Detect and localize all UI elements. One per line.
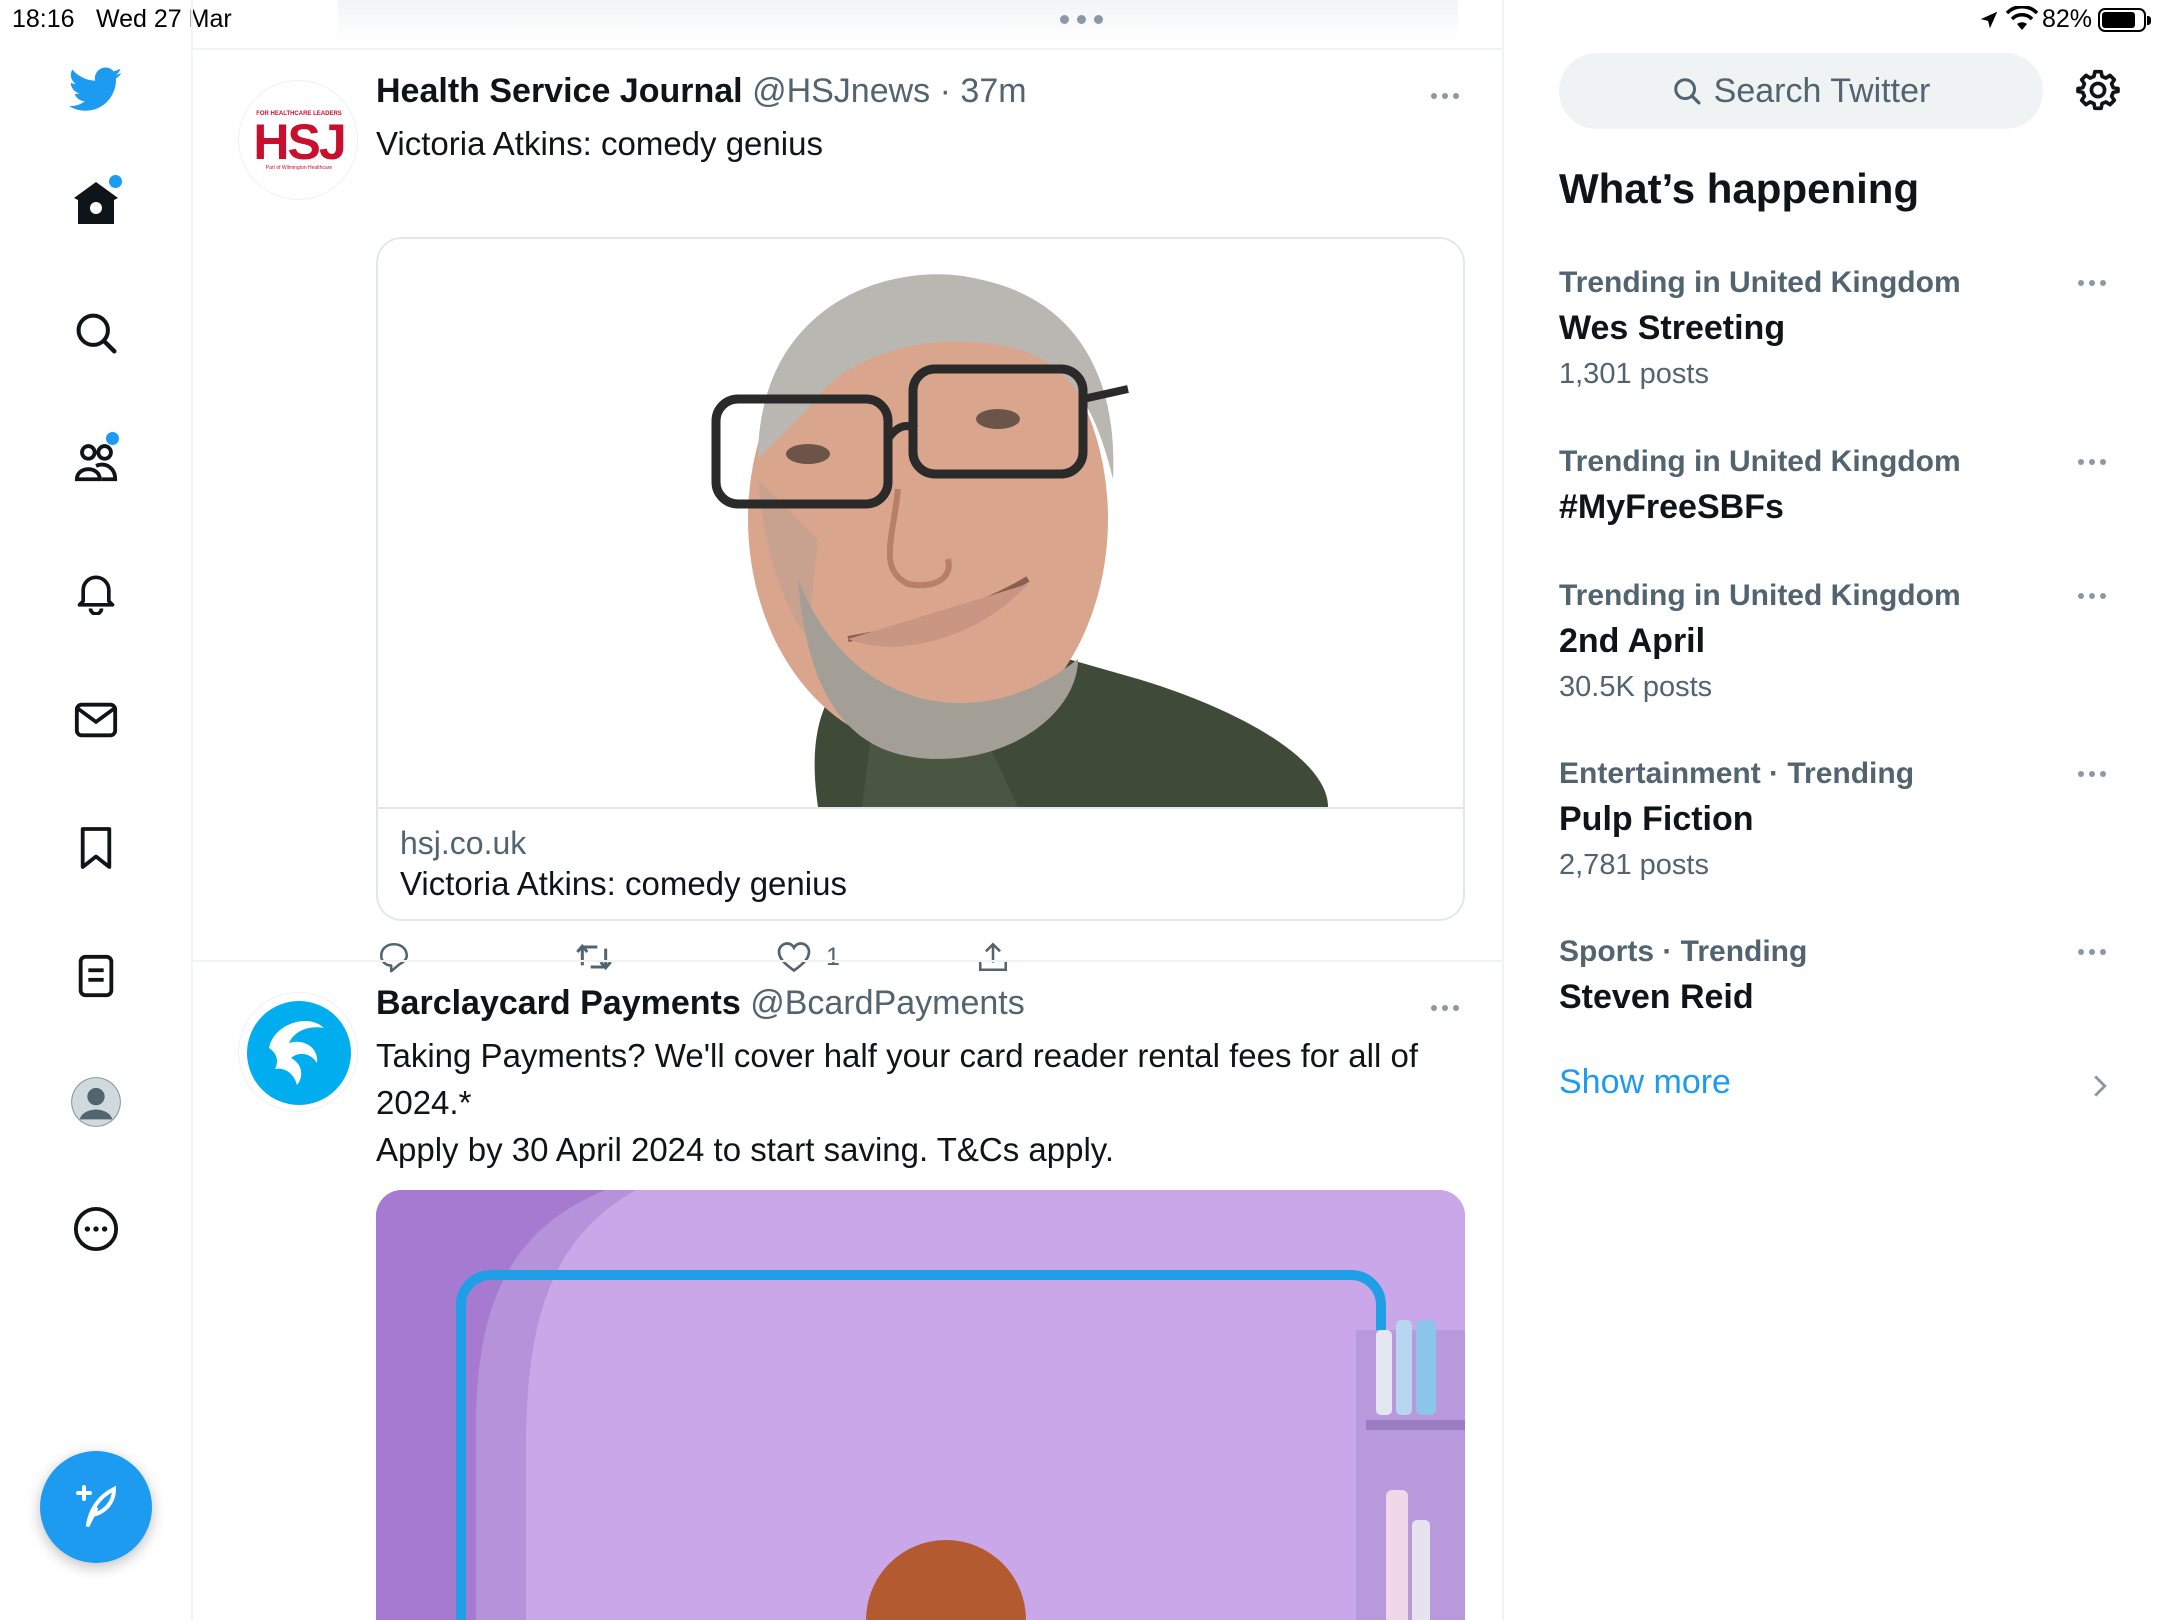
tweet-time[interactable]: · 37m	[940, 72, 1027, 110]
timeline: FOR HEALTHCARE LEADERS HSJ Part of Wilmi…	[193, 0, 1504, 1620]
trend-more-icon[interactable]	[2078, 949, 2106, 955]
left-navigation	[0, 0, 193, 1620]
whats-happening-title: What’s happening	[1559, 165, 1920, 212]
search-icon	[1673, 78, 1701, 105]
avatar-subline: Part of Wilmington Healthcare	[265, 165, 333, 171]
more-options-icon[interactable]	[66, 1199, 126, 1259]
ad-media-image[interactable]	[376, 1190, 1465, 1620]
lists-icon[interactable]	[66, 946, 126, 1006]
trend-more-icon[interactable]	[2078, 459, 2106, 465]
trend-count: 30.5K posts	[1559, 671, 1713, 703]
search-box[interactable]: Search Twitter	[1559, 53, 2043, 129]
author-handle[interactable]: @HSJnews	[752, 72, 930, 110]
trend-item[interactable]: Sports · Trending Steven Reid	[1559, 931, 2119, 1021]
tweet-hsj[interactable]: FOR HEALTHCARE LEADERS HSJ Part of Wilmi…	[193, 50, 1502, 973]
settings-gear-icon[interactable]	[2076, 68, 2120, 112]
trend-count: 2,781 posts	[1559, 849, 1709, 881]
trend-item[interactable]: Entertainment · Trending Pulp Fiction 2,…	[1559, 753, 2119, 887]
link-card-footer: hsj.co.uk Victoria Atkins: comedy genius	[378, 807, 1463, 919]
trend-item[interactable]: Trending in United Kingdom #MyFreeSBFs	[1559, 441, 2119, 531]
link-card-domain: hsj.co.uk	[400, 825, 527, 861]
trend-title: 2nd April	[1559, 622, 1706, 660]
multitasking-handle[interactable]	[1060, 15, 1103, 24]
barclaycard-avatar[interactable]	[238, 992, 358, 1112]
communities-icon[interactable]	[66, 432, 126, 492]
trend-title: Wes Streeting	[1559, 309, 1786, 347]
hsj-logo-text: HSJ	[253, 114, 346, 170]
trend-item[interactable]: Trending in United Kingdom Wes Streeting…	[1559, 262, 2119, 396]
link-card-image	[378, 239, 1463, 807]
trend-count: 1,301 posts	[1559, 358, 1709, 390]
tweet-text: Taking Payments? We'll cover half your c…	[376, 1032, 1456, 1173]
trend-title: #MyFreeSBFs	[1559, 488, 1784, 526]
trend-context: Entertainment · Trending	[1559, 757, 1915, 790]
trend-context: Trending in United Kingdom	[1559, 579, 1961, 612]
tweet-more-icon[interactable]	[1431, 1005, 1459, 1011]
trend-item[interactable]: Trending in United Kingdom 2nd April 30.…	[1559, 575, 2119, 709]
previous-tweet-edge	[338, 0, 1458, 42]
link-card-title: Victoria Atkins: comedy genius	[400, 865, 847, 902]
search-icon[interactable]	[66, 303, 126, 363]
trend-context: Trending in United Kingdom	[1559, 445, 1961, 478]
author-handle[interactable]: @BcardPayments	[750, 984, 1025, 1022]
trend-title: Steven Reid	[1559, 978, 1754, 1016]
author-name[interactable]: Health Service Journal	[376, 72, 743, 110]
show-more-link[interactable]: Show more	[1559, 1063, 1731, 1102]
compose-tweet-button[interactable]	[40, 1451, 152, 1563]
trend-more-icon[interactable]	[2078, 280, 2106, 286]
trend-context: Trending in United Kingdom	[1559, 266, 1961, 299]
trend-title: Pulp Fiction	[1559, 800, 1754, 838]
search-placeholder: Search Twitter	[1713, 71, 1931, 110]
right-sidebar: Search Twitter What’s happening Trending…	[1506, 0, 2160, 1620]
notifications-icon[interactable]	[66, 562, 126, 622]
tweet-header: Barclaycard Payments @BcardPayments	[376, 984, 1025, 1023]
author-name[interactable]: Barclaycard Payments	[376, 984, 741, 1022]
tweet-text-line1: Taking Payments? We'll cover half your c…	[376, 1037, 1419, 1121]
home-icon[interactable]	[66, 173, 126, 233]
twitter-logo-icon[interactable]	[66, 60, 126, 120]
tweet-more-icon[interactable]	[1431, 93, 1459, 99]
trend-more-icon[interactable]	[2078, 593, 2106, 599]
tweet-header: Health Service Journal @HSJnews · 37m	[376, 72, 1027, 111]
compose-quill-icon	[76, 1485, 117, 1527]
tweet-text: Victoria Atkins: comedy genius	[376, 125, 823, 162]
trend-more-icon[interactable]	[2078, 771, 2106, 777]
tweet-text-line2: Apply by 30 April 2024 to start saving. …	[376, 1131, 1115, 1168]
link-card[interactable]: hsj.co.uk Victoria Atkins: comedy genius	[376, 237, 1465, 921]
home-notification-dot	[109, 175, 122, 188]
chevron-right-icon[interactable]	[2092, 1073, 2108, 1099]
hsj-avatar[interactable]: FOR HEALTHCARE LEADERS HSJ Part of Wilmi…	[238, 80, 358, 200]
trend-context: Sports · Trending	[1559, 935, 1808, 968]
messages-icon[interactable]	[66, 690, 126, 750]
communities-notification-dot	[106, 432, 119, 445]
bookmarks-icon[interactable]	[66, 818, 126, 878]
profile-avatar-icon[interactable]	[66, 1072, 126, 1132]
